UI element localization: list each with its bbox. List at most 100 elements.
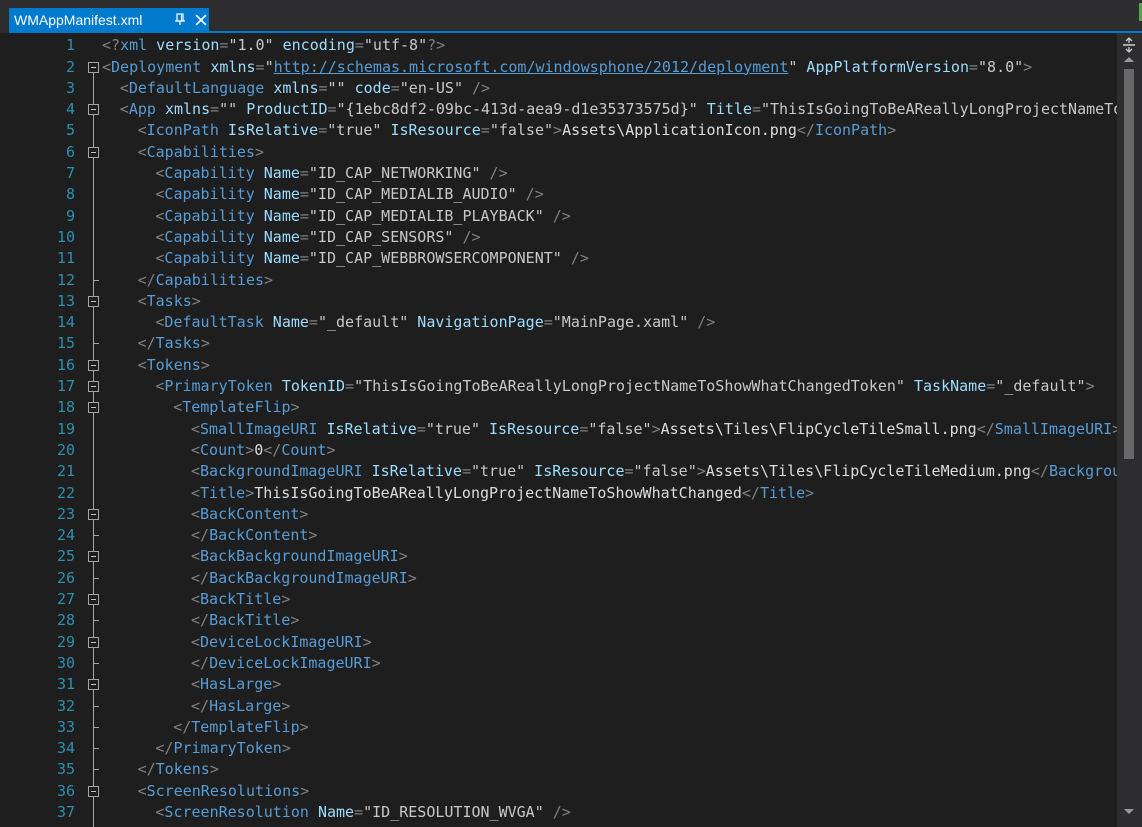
selection-margin[interactable] <box>0 33 30 827</box>
code-line[interactable]: </Tokens> <box>138 759 219 780</box>
code-line[interactable]: <DefaultTask Name="_default" NavigationP… <box>155 312 715 333</box>
code-token: < <box>191 547 201 566</box>
code-line[interactable]: </BackContent> <box>191 525 317 546</box>
code-token: ProductID <box>237 100 328 119</box>
code-line[interactable]: <BackTitle> <box>191 589 290 610</box>
pin-icon[interactable] <box>172 11 188 27</box>
code-token: > <box>300 781 310 800</box>
code-line[interactable]: </TemplateFlip> <box>173 717 308 738</box>
code-line[interactable]: <Capability Name="ID_CAP_MEDIALIB_AUDIO"… <box>155 184 543 205</box>
collapse-icon[interactable] <box>88 104 99 116</box>
code-token: "ID_RESOLUTION_WVGA" <box>363 803 544 821</box>
code-line[interactable]: <Title>ThisIsGoingToBeAReallyLongProject… <box>191 483 814 504</box>
code-line[interactable]: <Tasks> <box>138 291 201 312</box>
code-token: </ <box>173 717 192 736</box>
code-line[interactable]: </DeviceLockImageURI> <box>191 653 381 674</box>
code-line[interactable]: <Deployment xmlns="http://schemas.micros… <box>102 57 1032 78</box>
split-view-icon[interactable] <box>1121 37 1137 53</box>
code-token: Assets\Tiles\FlipCycleTileMedium.png <box>705 462 1031 481</box>
code-token: xmlns <box>264 78 319 97</box>
code-token: > <box>281 739 291 758</box>
code-token: TaskName <box>904 377 987 395</box>
code-line[interactable]: <Tokens> <box>138 355 210 376</box>
line-number: 17 <box>56 377 75 395</box>
code-token: PrimaryToken <box>164 377 273 395</box>
code-line[interactable]: <DeviceLockImageURI> <box>191 632 372 653</box>
code-line[interactable]: </Tasks> <box>138 333 210 354</box>
scroll-down-arrow-icon[interactable] <box>1124 809 1134 814</box>
fold-end-marker <box>93 705 99 707</box>
code-token: "en-US" <box>399 78 463 97</box>
collapse-icon[interactable] <box>88 61 99 73</box>
code-token: IsRelative <box>218 121 319 140</box>
code-line[interactable]: <Capability Name="ID_CAP_SENSORS" /> <box>155 227 480 248</box>
code-editor[interactable]: 1 2 3 4 5 6 7 8 9 10 11 12 13 14 15 16 17 18 19 20 21 22 23 24 2… <box>0 33 1142 827</box>
code-line[interactable]: <BackgroundImageURI IsRelative="true" Is… <box>191 461 1117 482</box>
code-token[interactable]: http://schemas.microsoft.com/windowsphon… <box>274 58 789 76</box>
code-line[interactable]: <ScreenResolutions> <box>138 781 310 802</box>
vertical-scrollbar[interactable] <box>1117 33 1142 827</box>
code-line[interactable]: <ScreenResolution Name="ID_RESOLUTION_WV… <box>155 802 570 823</box>
code-line[interactable]: </HasLarge> <box>191 696 290 717</box>
code-token: BackgroundImageURI <box>1048 462 1117 481</box>
collapse-icon[interactable] <box>88 402 99 414</box>
code-token: "true" <box>327 121 382 140</box>
code-token: <? <box>102 36 121 55</box>
code-line[interactable]: <IconPath IsRelative="true" IsResource="… <box>138 120 897 141</box>
code-line[interactable]: <?xml version="1.0" encoding="utf-8"?> <box>102 35 445 56</box>
code-line[interactable]: <App xmlns="" ProductID="{1ebc8df2-09bc-… <box>120 99 1117 120</box>
code-line[interactable]: </BackBackgroundImageURI> <box>191 568 417 589</box>
code-line[interactable]: <HasLarge> <box>191 674 281 695</box>
code-line[interactable]: <Capability Name="ID_CAP_NETWORKING" /> <box>155 163 507 184</box>
collapse-icon[interactable] <box>88 295 99 307</box>
code-token: "ID_CAP_NETWORKING" <box>308 164 481 182</box>
code-token: /> <box>462 78 491 97</box>
collapse-icon[interactable] <box>88 381 99 392</box>
code-line[interactable]: <PrimaryToken TokenID="ThisIsGoingToBeAR… <box>155 376 1094 397</box>
code-line[interactable]: <Count>0</Count> <box>191 440 336 461</box>
code-line[interactable]: <TemplateFlip> <box>173 397 299 418</box>
code-line[interactable]: <Capability Name="ID_CAP_MEDIALIB_PLAYBA… <box>155 206 570 227</box>
collapse-icon[interactable] <box>88 636 99 648</box>
code-line[interactable]: </PrimaryToken> <box>155 738 290 759</box>
code-token: /> <box>480 164 508 182</box>
code-token: > <box>209 760 219 779</box>
code-line[interactable]: <BackContent> <box>191 504 308 525</box>
code-line[interactable]: <SmallImageURI IsRelative="true" IsResou… <box>191 419 1117 440</box>
scroll-thumb[interactable] <box>1124 69 1134 459</box>
collapse-icon[interactable] <box>88 785 99 797</box>
close-icon[interactable] <box>194 12 208 26</box>
code-line[interactable]: </BackTitle> <box>191 610 299 631</box>
collapse-icon[interactable] <box>88 146 99 158</box>
line-number: 27 <box>56 590 75 608</box>
code-line[interactable]: <Capabilities> <box>138 142 264 163</box>
code-token: Capability <box>164 227 255 246</box>
line-number: 21 <box>56 462 75 481</box>
collapse-icon[interactable] <box>88 551 99 563</box>
collapse-icon[interactable] <box>88 679 99 691</box>
code-token: > <box>651 419 661 438</box>
collapse-icon[interactable] <box>88 508 99 520</box>
code-line[interactable]: </Capabilities> <box>138 270 273 291</box>
tab-wmappmanifest[interactable]: WMAppManifest.xml <box>9 8 209 31</box>
code-token: = <box>390 78 400 97</box>
collapse-icon[interactable] <box>88 359 99 371</box>
line-number: 24 <box>56 526 75 545</box>
code-token: Assets\Tiles\FlipCycleTileSmall.png <box>660 419 977 438</box>
scroll-up-arrow-icon[interactable] <box>1124 57 1134 62</box>
code-token: "ID_CAP_MEDIALIB_AUDIO" <box>308 185 517 204</box>
code-token: BackTitle <box>209 611 291 630</box>
code-token: IconPath <box>814 121 888 140</box>
code-token: = <box>480 121 490 140</box>
line-number: 12 <box>56 270 75 289</box>
collapse-icon[interactable] <box>88 594 99 605</box>
code-token: "true" <box>470 462 526 481</box>
code-line[interactable]: <DefaultLanguage xmlns="" code="en-US" /… <box>120 78 490 99</box>
code-line[interactable]: <BackBackgroundImageURI> <box>191 546 408 567</box>
code-area[interactable]: <?xml version="1.0" encoding="utf-8"?> <D… <box>102 33 1117 827</box>
code-token: > <box>245 440 255 459</box>
code-token: SmallImageURI <box>200 419 318 438</box>
code-line[interactable]: <Capability Name="ID_CAP_WEBBROWSERCOMPO… <box>155 248 589 269</box>
code-token: code <box>345 78 391 97</box>
line-number: 4 <box>65 100 75 119</box>
